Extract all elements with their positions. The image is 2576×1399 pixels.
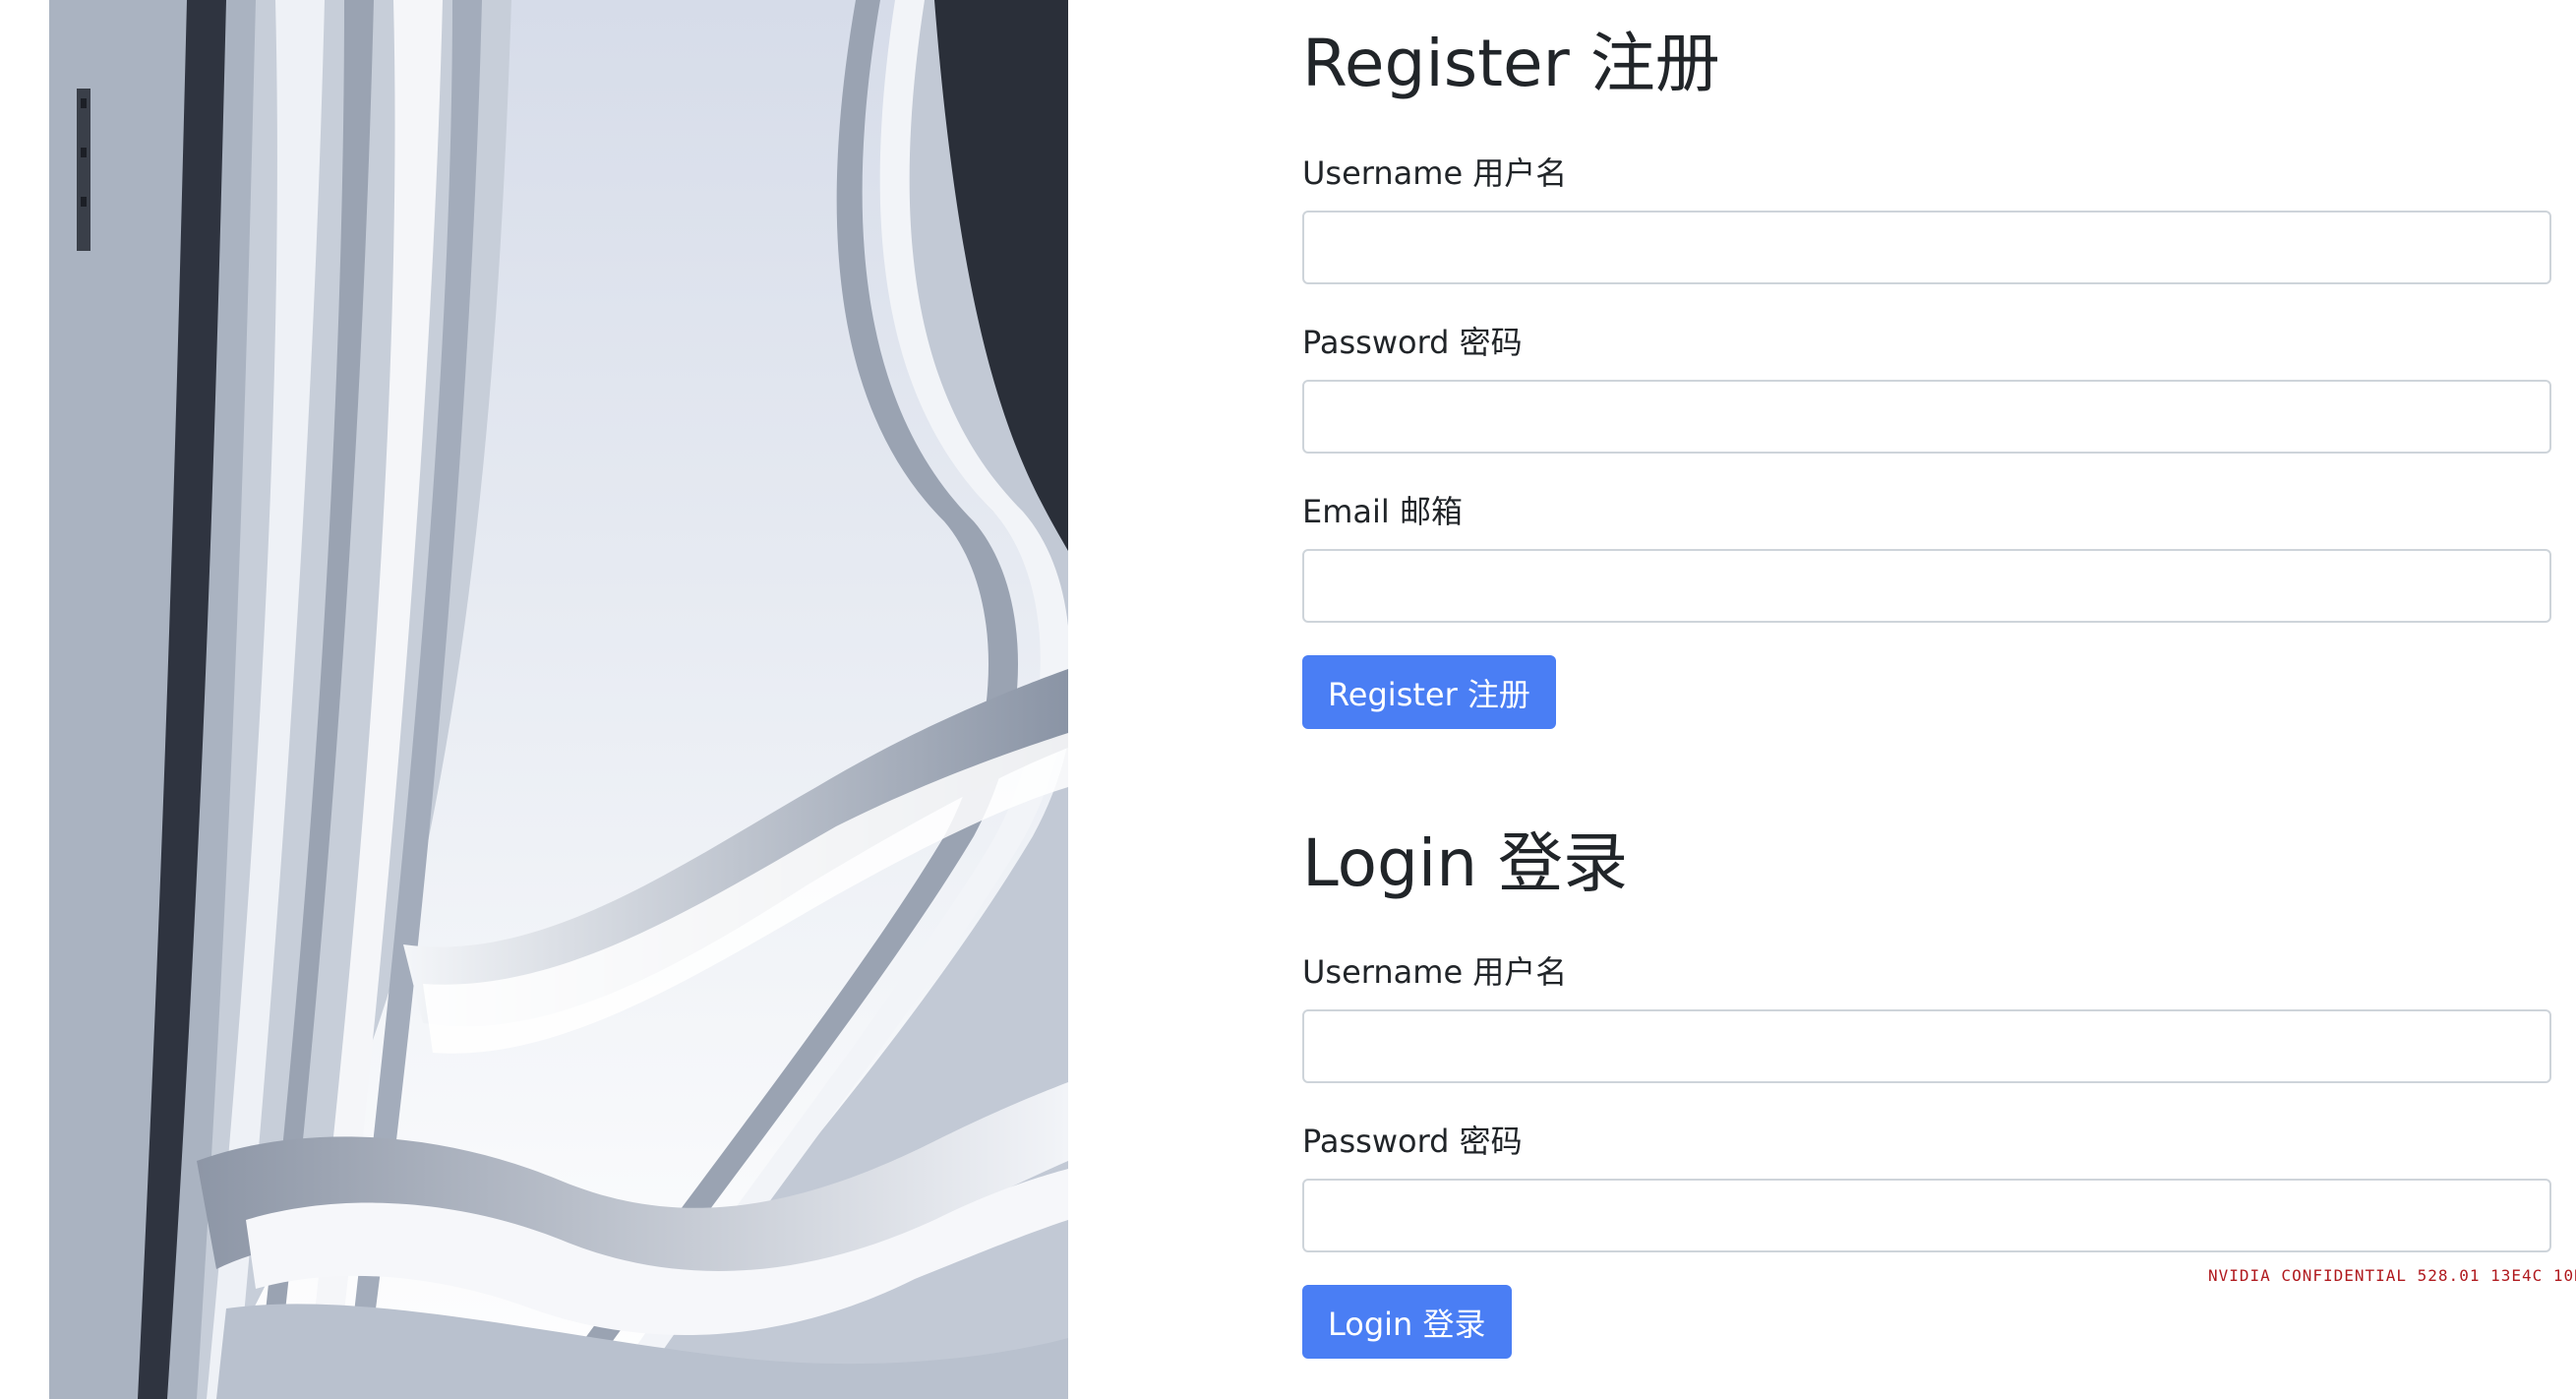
login-username-input[interactable]	[1302, 1009, 2551, 1083]
confidential-watermark: NVIDIA CONFIDENTIAL 528.01 13E4C 10DE 25…	[2208, 1266, 2576, 1285]
login-button[interactable]: Login 登录	[1302, 1285, 1512, 1359]
register-password-input[interactable]	[1302, 380, 2551, 454]
login-heading: Login 登录	[1302, 825, 1629, 901]
register-email-input[interactable]	[1302, 549, 2551, 623]
register-username-label: Username 用户名	[1302, 154, 1568, 192]
page: Register 注册 Username 用户名 Password 密码 Ema…	[0, 0, 2576, 1399]
register-button[interactable]: Register 注册	[1302, 655, 1556, 729]
hero-image	[49, 0, 1068, 1399]
login-password-label: Password 密码	[1302, 1123, 1523, 1160]
architecture-illustration	[49, 0, 1068, 1399]
login-username-label: Username 用户名	[1302, 953, 1568, 991]
login-password-input[interactable]	[1302, 1179, 2551, 1252]
register-heading: Register 注册	[1302, 26, 1720, 101]
register-username-input[interactable]	[1302, 211, 2551, 284]
register-password-label: Password 密码	[1302, 324, 1523, 361]
register-email-label: Email 邮箱	[1302, 493, 1463, 530]
